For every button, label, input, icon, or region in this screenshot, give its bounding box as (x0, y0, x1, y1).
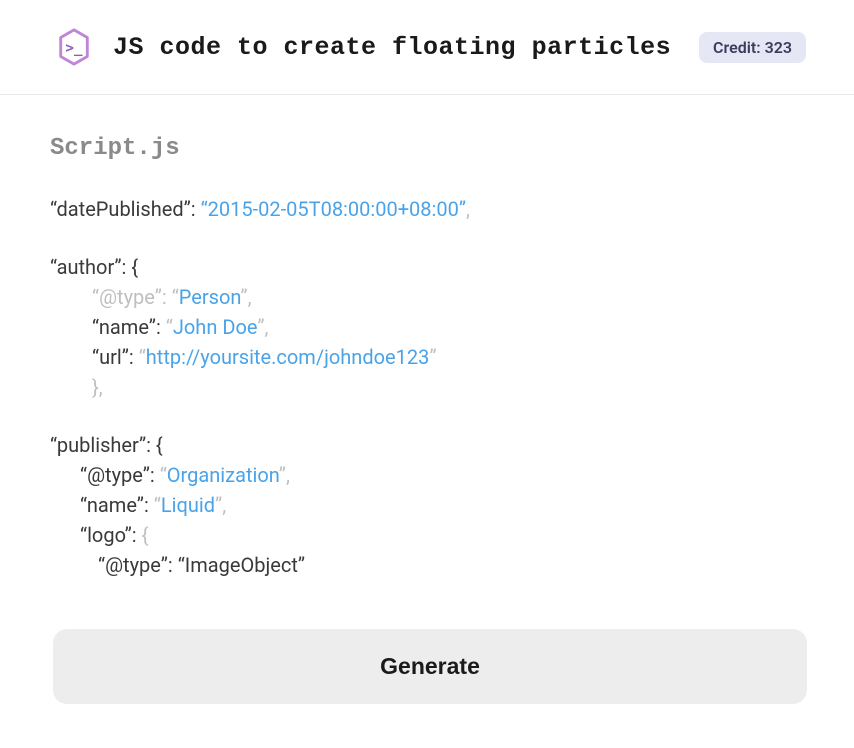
page-title: JS code to create floating particles (113, 33, 671, 62)
main-content: Script.js “datePublished”: “2015-02-05T0… (0, 95, 854, 580)
code-comma: , (248, 285, 252, 309)
code-sep: : (191, 197, 201, 221)
code-value-link[interactable]: “2015-02-05T08:00:00+08:00” (201, 197, 466, 221)
code-publisher-block: “publisher”: { “@type”: “Organization”, … (50, 430, 804, 580)
header-left: >_ JS code to create floating particles (55, 28, 671, 66)
code-sep: : (156, 315, 166, 339)
code-sep: : (168, 553, 178, 577)
code-value-link[interactable]: John Doe (173, 315, 257, 339)
app-logo-icon: >_ (55, 28, 93, 66)
code-value-link[interactable]: http://yoursite.com/johndoe123 (146, 345, 430, 369)
code-quote: “ (139, 345, 146, 369)
code-key: “name” (80, 493, 144, 517)
code-sep: : (129, 345, 139, 369)
code-key: “datePublished” (50, 197, 191, 221)
code-value-link[interactable]: Liquid (161, 493, 215, 517)
code-key: “@type” (98, 553, 168, 577)
code-author-block: “author”: { “@type”: “Person”, “name”: “… (50, 252, 804, 402)
code-quote: “ (166, 315, 173, 339)
code-comma: , (264, 315, 268, 339)
code-quote: “ (160, 463, 167, 487)
code-key-muted: “@type” (92, 285, 162, 309)
section-title: Script.js (50, 135, 804, 162)
credit-badge: Credit: 323 (699, 32, 806, 63)
code-close-brace: } (92, 375, 99, 399)
code-key: “url” (92, 345, 129, 369)
code-brace: : { (146, 433, 163, 457)
code-block: “datePublished”: “2015-02-05T08:00:00+08… (50, 194, 804, 580)
code-key: “name” (92, 315, 156, 339)
code-key: “author” (50, 255, 122, 279)
code-value-link[interactable]: Person (179, 285, 241, 309)
code-comma: , (286, 463, 290, 487)
code-brace: : { (122, 255, 139, 279)
code-brace: { (142, 523, 149, 547)
code-date-published: “datePublished”: “2015-02-05T08:00:00+08… (50, 194, 804, 224)
code-quote: “ (154, 493, 161, 517)
code-key: “@type” (80, 463, 150, 487)
svg-text:>_: >_ (65, 41, 83, 57)
code-quote: ” (279, 463, 286, 487)
app-header: >_ JS code to create floating particles … (0, 0, 854, 95)
code-key: “logo” (80, 523, 132, 547)
code-key: “publisher” (50, 433, 146, 457)
code-sep: : (162, 285, 172, 309)
code-sep: : (132, 523, 142, 547)
code-quote: ” (240, 285, 247, 309)
code-comma: , (222, 493, 226, 517)
generate-button[interactable]: Generate (53, 629, 807, 704)
code-comma: , (466, 197, 470, 221)
code-comma: , (99, 375, 103, 399)
code-value-link[interactable]: Organization (167, 463, 279, 487)
code-sep: : (144, 493, 154, 517)
code-quote: ” (429, 345, 436, 369)
code-sep: : (150, 463, 160, 487)
code-value: “ImageObject” (178, 553, 305, 577)
code-quote: “ (172, 285, 179, 309)
